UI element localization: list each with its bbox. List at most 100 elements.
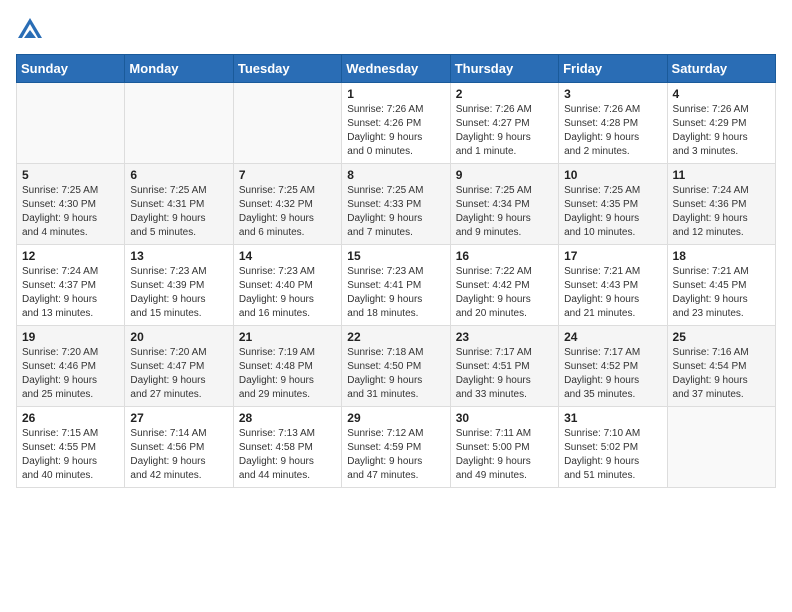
day-cell-17: 17 Sunrise: 7:21 AM Sunset: 4:43 PM Dayli… — [559, 245, 667, 326]
day-cell-31: 31 Sunrise: 7:10 AM Sunset: 5:02 PM Dayli… — [559, 407, 667, 488]
day-number: 19 — [22, 330, 119, 344]
days-of-week-row: SundayMondayTuesdayWednesdayThursdayFrid… — [17, 55, 776, 83]
day-info: Sunrise: 7:26 AM Sunset: 4:29 PM Dayligh… — [673, 104, 749, 157]
day-info: Sunrise: 7:21 AM Sunset: 4:45 PM Dayligh… — [673, 266, 749, 319]
day-number: 29 — [347, 411, 444, 425]
empty-cell — [233, 83, 341, 164]
day-number: 5 — [22, 168, 119, 182]
day-number: 3 — [564, 87, 661, 101]
day-cell-25: 25 Sunrise: 7:16 AM Sunset: 4:54 PM Dayli… — [667, 326, 775, 407]
day-number: 8 — [347, 168, 444, 182]
day-number: 25 — [673, 330, 770, 344]
day-info: Sunrise: 7:18 AM Sunset: 4:50 PM Dayligh… — [347, 347, 423, 400]
week-row-4: 19 Sunrise: 7:20 AM Sunset: 4:46 PM Dayli… — [17, 326, 776, 407]
empty-cell — [667, 407, 775, 488]
day-info: Sunrise: 7:20 AM Sunset: 4:46 PM Dayligh… — [22, 347, 98, 400]
day-cell-27: 27 Sunrise: 7:14 AM Sunset: 4:56 PM Dayli… — [125, 407, 233, 488]
day-cell-28: 28 Sunrise: 7:13 AM Sunset: 4:58 PM Dayli… — [233, 407, 341, 488]
day-number: 13 — [130, 249, 227, 263]
day-cell-18: 18 Sunrise: 7:21 AM Sunset: 4:45 PM Dayli… — [667, 245, 775, 326]
calendar-table: SundayMondayTuesdayWednesdayThursdayFrid… — [16, 54, 776, 488]
day-number: 17 — [564, 249, 661, 263]
day-info: Sunrise: 7:14 AM Sunset: 4:56 PM Dayligh… — [130, 428, 206, 481]
day-cell-26: 26Sunrise: 7:15 AM Sunset: 4:55 PM Dayli… — [17, 407, 125, 488]
day-number: 1 — [347, 87, 444, 101]
day-info: Sunrise: 7:17 AM Sunset: 4:52 PM Dayligh… — [564, 347, 640, 400]
empty-cell — [125, 83, 233, 164]
day-cell-10: 10Sunrise: 7:25 AM Sunset: 4:35 PM Dayli… — [559, 164, 667, 245]
day-info: Sunrise: 7:24 AM Sunset: 4:37 PM Dayligh… — [22, 266, 98, 319]
day-number: 31 — [564, 411, 661, 425]
week-row-1: 1Sunrise: 7:26 AM Sunset: 4:26 PM Daylig… — [17, 83, 776, 164]
day-number: 27 — [130, 411, 227, 425]
day-info: Sunrise: 7:19 AM Sunset: 4:48 PM Dayligh… — [239, 347, 315, 400]
day-header-sunday: Sunday — [17, 55, 125, 83]
day-info: Sunrise: 7:26 AM Sunset: 4:27 PM Dayligh… — [456, 104, 532, 157]
day-cell-5: 5 Sunrise: 7:25 AM Sunset: 4:30 PM Daylig… — [17, 164, 125, 245]
day-info: Sunrise: 7:10 AM Sunset: 5:02 PM Dayligh… — [564, 428, 640, 481]
day-number: 24 — [564, 330, 661, 344]
day-number: 9 — [456, 168, 553, 182]
day-info: Sunrise: 7:21 AM Sunset: 4:43 PM Dayligh… — [564, 266, 640, 319]
day-number: 21 — [239, 330, 336, 344]
page-header — [16, 16, 776, 44]
day-cell-29: 29 Sunrise: 7:12 AM Sunset: 4:59 PM Dayli… — [342, 407, 450, 488]
day-cell-15: 15 Sunrise: 7:23 AM Sunset: 4:41 PM Dayli… — [342, 245, 450, 326]
week-row-5: 26Sunrise: 7:15 AM Sunset: 4:55 PM Dayli… — [17, 407, 776, 488]
day-info: Sunrise: 7:13 AM Sunset: 4:58 PM Dayligh… — [239, 428, 315, 481]
day-cell-30: 30 Sunrise: 7:11 AM Sunset: 5:00 PM Dayli… — [450, 407, 558, 488]
day-number: 15 — [347, 249, 444, 263]
day-cell-7: 7Sunrise: 7:25 AM Sunset: 4:32 PM Daylig… — [233, 164, 341, 245]
day-cell-8: 8Sunrise: 7:25 AM Sunset: 4:33 PM Daylig… — [342, 164, 450, 245]
day-info: Sunrise: 7:15 AM Sunset: 4:55 PM Dayligh… — [22, 428, 98, 481]
week-row-2: 5 Sunrise: 7:25 AM Sunset: 4:30 PM Daylig… — [17, 164, 776, 245]
day-info: Sunrise: 7:16 AM Sunset: 4:54 PM Dayligh… — [673, 347, 749, 400]
logo — [16, 16, 48, 44]
day-number: 20 — [130, 330, 227, 344]
day-info: Sunrise: 7:17 AM Sunset: 4:51 PM Dayligh… — [456, 347, 532, 400]
day-cell-12: 12Sunrise: 7:24 AM Sunset: 4:37 PM Dayli… — [17, 245, 125, 326]
day-number: 28 — [239, 411, 336, 425]
day-cell-2: 2Sunrise: 7:26 AM Sunset: 4:27 PM Daylig… — [450, 83, 558, 164]
day-cell-1: 1Sunrise: 7:26 AM Sunset: 4:26 PM Daylig… — [342, 83, 450, 164]
day-cell-11: 11 Sunrise: 7:24 AM Sunset: 4:36 PM Dayli… — [667, 164, 775, 245]
day-header-thursday: Thursday — [450, 55, 558, 83]
day-cell-16: 16Sunrise: 7:22 AM Sunset: 4:42 PM Dayli… — [450, 245, 558, 326]
day-cell-3: 3 Sunrise: 7:26 AM Sunset: 4:28 PM Daylig… — [559, 83, 667, 164]
day-info: Sunrise: 7:23 AM Sunset: 4:40 PM Dayligh… — [239, 266, 315, 319]
day-info: Sunrise: 7:23 AM Sunset: 4:41 PM Dayligh… — [347, 266, 423, 319]
day-header-tuesday: Tuesday — [233, 55, 341, 83]
day-cell-13: 13 Sunrise: 7:23 AM Sunset: 4:39 PM Dayli… — [125, 245, 233, 326]
day-info: Sunrise: 7:23 AM Sunset: 4:39 PM Dayligh… — [130, 266, 206, 319]
empty-cell — [17, 83, 125, 164]
day-info: Sunrise: 7:24 AM Sunset: 4:36 PM Dayligh… — [673, 185, 749, 238]
day-cell-22: 22 Sunrise: 7:18 AM Sunset: 4:50 PM Dayli… — [342, 326, 450, 407]
day-number: 4 — [673, 87, 770, 101]
day-header-friday: Friday — [559, 55, 667, 83]
day-number: 10 — [564, 168, 661, 182]
day-info: Sunrise: 7:25 AM Sunset: 4:30 PM Dayligh… — [22, 185, 98, 238]
day-info: Sunrise: 7:11 AM Sunset: 5:00 PM Dayligh… — [456, 428, 531, 481]
day-number: 30 — [456, 411, 553, 425]
day-info: Sunrise: 7:25 AM Sunset: 4:32 PM Dayligh… — [239, 185, 315, 238]
day-number: 11 — [673, 168, 770, 182]
day-info: Sunrise: 7:26 AM Sunset: 4:28 PM Dayligh… — [564, 104, 640, 157]
day-number: 16 — [456, 249, 553, 263]
calendar-body: 1Sunrise: 7:26 AM Sunset: 4:26 PM Daylig… — [17, 83, 776, 488]
day-cell-21: 21 Sunrise: 7:19 AM Sunset: 4:48 PM Dayli… — [233, 326, 341, 407]
calendar-header: SundayMondayTuesdayWednesdayThursdayFrid… — [17, 55, 776, 83]
day-info: Sunrise: 7:25 AM Sunset: 4:34 PM Dayligh… — [456, 185, 532, 238]
day-cell-23: 23Sunrise: 7:17 AM Sunset: 4:51 PM Dayli… — [450, 326, 558, 407]
day-cell-6: 6Sunrise: 7:25 AM Sunset: 4:31 PM Daylig… — [125, 164, 233, 245]
day-number: 6 — [130, 168, 227, 182]
day-number: 14 — [239, 249, 336, 263]
day-number: 18 — [673, 249, 770, 263]
day-info: Sunrise: 7:12 AM Sunset: 4:59 PM Dayligh… — [347, 428, 423, 481]
week-row-3: 12Sunrise: 7:24 AM Sunset: 4:37 PM Dayli… — [17, 245, 776, 326]
day-cell-14: 14 Sunrise: 7:23 AM Sunset: 4:40 PM Dayli… — [233, 245, 341, 326]
day-header-saturday: Saturday — [667, 55, 775, 83]
day-cell-9: 9 Sunrise: 7:25 AM Sunset: 4:34 PM Daylig… — [450, 164, 558, 245]
day-cell-19: 19 Sunrise: 7:20 AM Sunset: 4:46 PM Dayli… — [17, 326, 125, 407]
day-header-monday: Monday — [125, 55, 233, 83]
day-number: 22 — [347, 330, 444, 344]
